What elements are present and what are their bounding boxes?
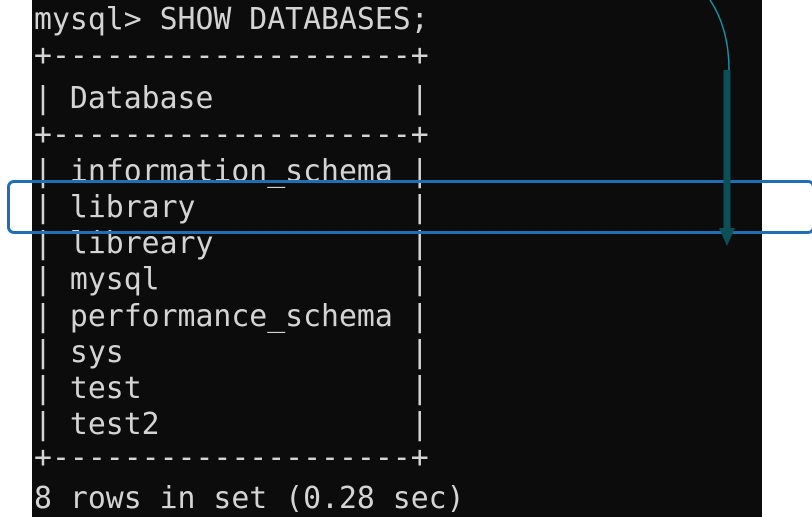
table-row: | sys | — [34, 335, 429, 370]
table-border-top: +--------------------+ — [34, 38, 429, 73]
command-prompt-line: mysql> SHOW DATABASES; — [34, 2, 429, 37]
screenshot: mysql> SHOW DATABASES; +----------------… — [0, 0, 812, 517]
table-row: | test2 | — [34, 407, 429, 442]
table-row: | mysql | — [34, 262, 429, 297]
table-border-bottom: +--------------------+ — [34, 440, 429, 475]
table-header: | Database | — [34, 81, 429, 116]
highlight-box — [7, 180, 812, 234]
result-summary: 8 rows in set (0.28 sec) — [34, 481, 465, 516]
terminal-window[interactable]: mysql> SHOW DATABASES; +----------------… — [32, 0, 762, 517]
table-row: | test | — [34, 371, 429, 406]
table-border-header: +--------------------+ — [34, 117, 429, 152]
table-row: | performance_schema | — [34, 299, 429, 334]
